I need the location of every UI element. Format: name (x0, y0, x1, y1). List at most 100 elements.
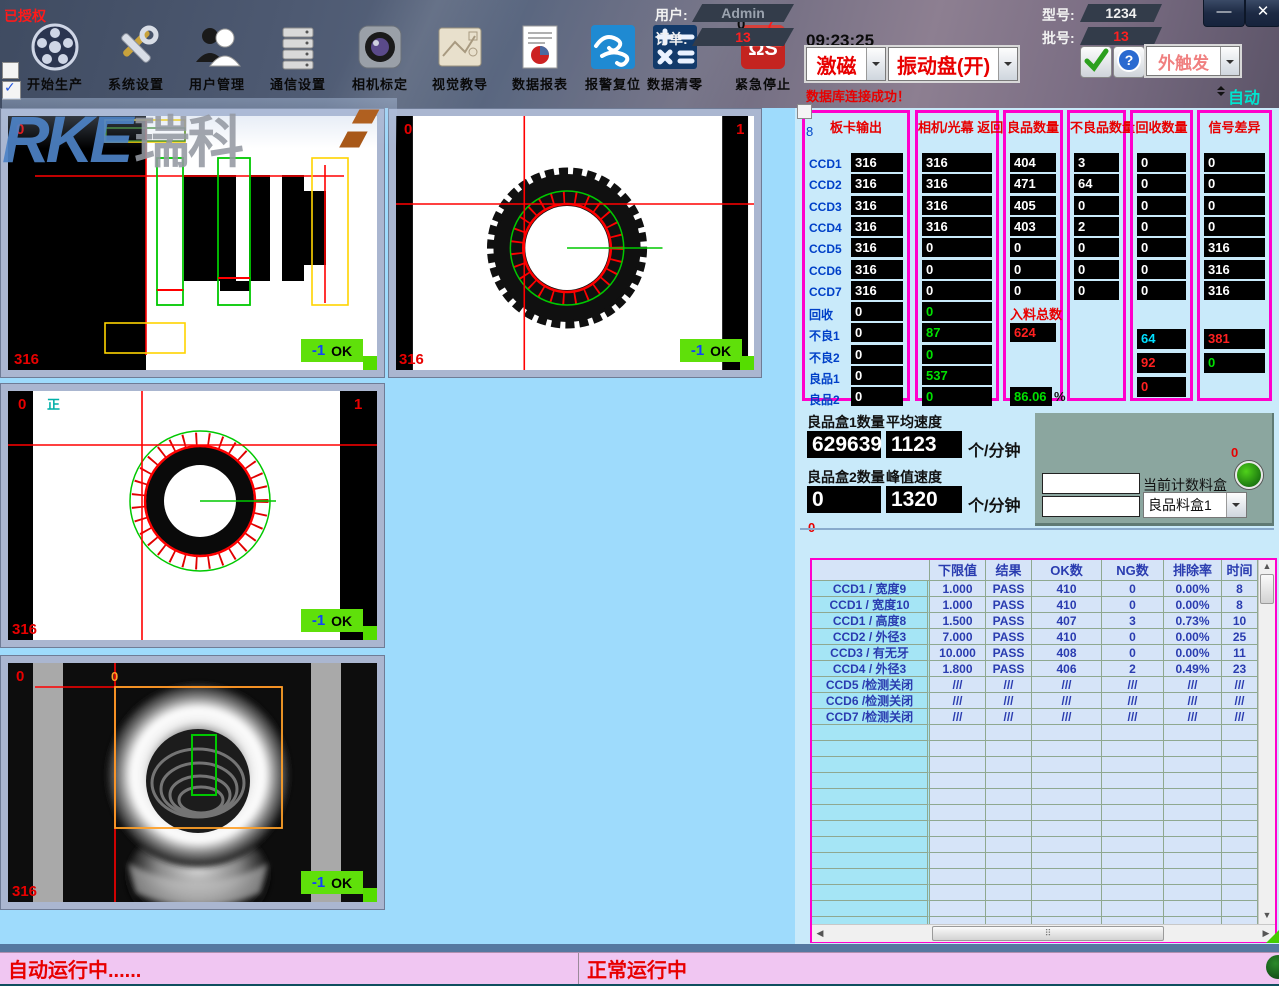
stats-value-cell: 0 (1137, 217, 1186, 236)
current-tray-dropdown[interactable]: 良品料盒1 (1143, 492, 1247, 518)
stats-value-cell: 64 (1074, 174, 1119, 193)
result-row-label (812, 757, 930, 773)
chevron-down-icon[interactable] (1226, 493, 1246, 517)
result-data-cell: 3 (1102, 613, 1164, 629)
auto-mode-label: 自动 (1228, 84, 1260, 108)
table-resize-grip[interactable] (1266, 929, 1279, 943)
result-data-cell (930, 773, 986, 789)
user-field[interactable]: Admin (692, 4, 794, 22)
result-data-cell (986, 773, 1032, 789)
result-data-cell (986, 821, 1032, 837)
result-data-cell (1032, 725, 1102, 741)
result-data-cell (930, 869, 986, 885)
box2-count-label: 良品盒2数量 (807, 467, 885, 487)
svg-text:0: 0 (404, 121, 412, 138)
trigger-dropdown[interactable]: 外触发 (1146, 46, 1240, 76)
excite-dropdown[interactable]: 激磁 (806, 47, 886, 81)
wind-icon (588, 22, 638, 72)
toolbar-comm-settings[interactable]: 通信设置 (258, 22, 338, 102)
result-data-cell (1032, 869, 1102, 885)
auto-spinner[interactable] (1216, 82, 1225, 100)
chevron-down-icon[interactable] (866, 48, 885, 80)
scroll-down-arrow[interactable]: ▼ (1259, 910, 1275, 920)
stats-corner-count: 8 (806, 124, 813, 139)
stats-value-cell: 0 (851, 366, 903, 385)
result-data-cell: 0 (1102, 597, 1164, 613)
result-data-cell (1222, 725, 1258, 741)
stats-value-cell: 316 (851, 281, 903, 300)
stats-value-cell: 0 (1137, 196, 1186, 215)
result-data-cell: 8 (1222, 581, 1258, 597)
avg-speed-value: 1123 (886, 431, 962, 458)
vertical-scrollbar[interactable]: ▲▼ (1258, 560, 1275, 924)
toolbar-camera-calibration[interactable]: 相机标定 (340, 22, 420, 102)
result-data-cell (1102, 805, 1164, 821)
toolbar-label: 视觉教导 (420, 74, 500, 93)
confirm-button[interactable] (1080, 46, 1112, 78)
chevron-down-icon[interactable] (998, 48, 1017, 80)
result-data-cell (986, 725, 1032, 741)
toolbar-vision-teaching[interactable]: 视觉教导 (420, 22, 500, 102)
result-data-cell (1032, 837, 1102, 853)
stats-col-0: 板卡输出CCD1316CCD2316CCD3316CCD4316CCD5316C… (802, 110, 910, 401)
toolbar-user-management[interactable]: 用户管理 (177, 22, 257, 102)
camera-view-ccd3[interactable]: 正 0 1 316 -1 OK (0, 383, 385, 648)
result-data-cell (1102, 869, 1164, 885)
stats-value-cell: 316 (1204, 260, 1265, 279)
user-label: 用户: (655, 5, 688, 25)
vibrator-dropdown[interactable]: 振动盘(开) (888, 47, 1018, 81)
stats-value-cell: 0 (1137, 153, 1186, 172)
stats-checkbox[interactable] (797, 104, 812, 119)
camera-view-ccd4[interactable]: 0 0 316 -1 OK (0, 655, 385, 910)
ccd4-grip (363, 888, 377, 902)
result-data-cell: 10.000 (930, 645, 986, 661)
camera-view-ccd2[interactable]: 0 1 316 -1 OK (388, 108, 762, 378)
svg-text:316: 316 (12, 621, 37, 638)
horizontal-scroll-thumb[interactable]: ⠿ (932, 926, 1164, 941)
batch-field[interactable]: 13 (1080, 27, 1162, 45)
stats-value-cell: 471 (1010, 174, 1056, 193)
result-data-cell (1222, 821, 1258, 837)
result-data-cell (930, 885, 986, 901)
stats-value-cell: 0 (1137, 260, 1186, 279)
svg-text:1: 1 (354, 396, 362, 413)
order-field[interactable]: 13 (692, 28, 794, 46)
chevron-down-icon[interactable] (1220, 47, 1239, 75)
model-field[interactable]: 1234 (1080, 4, 1162, 22)
result-data-cell: 410 (1032, 629, 1102, 645)
result-data-cell (930, 821, 986, 837)
tray-input-2[interactable] (1042, 496, 1140, 517)
result-data-cell: 10 (1222, 613, 1258, 629)
scroll-left-arrow[interactable]: ◀ (814, 928, 826, 939)
camera-view-ccd1[interactable]: 0 316 -1 OK (0, 108, 385, 378)
tray-input-1[interactable] (1042, 473, 1140, 494)
help-button[interactable]: ? (1113, 46, 1145, 78)
scroll-up-arrow[interactable]: ▲ (1259, 561, 1275, 571)
vertical-scroll-thumb[interactable] (1260, 574, 1274, 604)
result-data-cell: /// (1032, 677, 1102, 693)
tray-indicator-count: 0 (1231, 445, 1238, 460)
pass-rate-value: 86.06 (1010, 387, 1052, 406)
result-header-cell: OK数 (1032, 560, 1102, 581)
stats-value-cell: 3 (1074, 153, 1119, 172)
close-button[interactable]: ✕ (1245, 0, 1279, 27)
result-data-cell (1032, 789, 1102, 805)
toolbar-start-production[interactable]: 开始生产 (15, 22, 95, 102)
result-header-cell: 排除率 (1164, 560, 1222, 581)
stats-value-cell: 0 (851, 302, 903, 321)
stats-row-label: 良品1 (809, 370, 840, 387)
toolbar-data-report[interactable]: 数据报表 (500, 22, 580, 102)
result-data-cell: 0 (1102, 645, 1164, 661)
stats-col-header: 板卡输出 (805, 117, 907, 136)
toolbar-label: 相机标定 (340, 74, 420, 93)
stats-value-cell: 87 (922, 323, 992, 342)
order-label: 订单: (655, 29, 688, 49)
signal-extra-value: 0 (1204, 353, 1265, 373)
toolbar-system-settings[interactable]: 系统设置 (96, 22, 176, 102)
horizontal-scrollbar[interactable]: ◀▶⠿ (812, 924, 1275, 942)
stats-value-cell: 0 (1204, 153, 1265, 172)
minimize-button[interactable]: — (1203, 0, 1245, 27)
result-data-cell (930, 757, 986, 773)
result-data-cell: 0.73% (1164, 613, 1222, 629)
result-data-cell: 410 (1032, 581, 1102, 597)
